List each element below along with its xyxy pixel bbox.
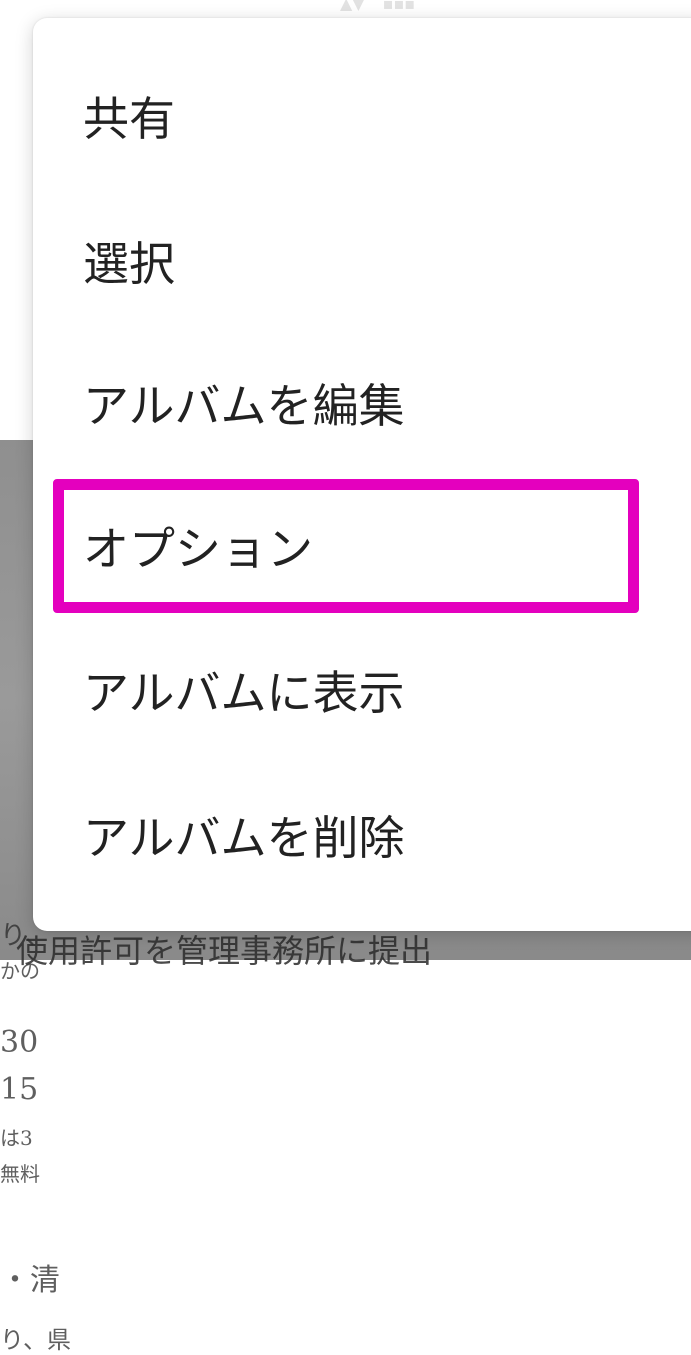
top-indicator: ▲▼ ▪▪▪ [340,0,415,13]
menu-item-edit-album[interactable]: アルバムを編集 [33,343,691,463]
sort-arrows-icon: ▲▼ [340,0,365,13]
photo-text-fragment: 30 [0,1025,39,1060]
more-dots-icon: ▪▪▪ [382,0,416,13]
photo-text-fragment: り、県 [0,1326,72,1354]
popup-menu: 共有 選択 アルバムを編集 オプション アルバムに表示 アルバムを削除 [33,18,691,931]
menu-item-delete-album[interactable]: アルバムを削除 [33,775,691,895]
photo-text-fragment: 無料 [0,1162,40,1186]
photo-text-fragment: 15 [0,1072,39,1107]
menu-item-show-in-album[interactable]: アルバムに表示 [33,630,691,750]
photo-text-fragment: ・清 [0,1263,60,1298]
photo-caption-text: 使用許可を管理事務所に提出 [16,932,433,970]
menu-item-select[interactable]: 選択 [33,201,691,321]
menu-item-options[interactable]: オプション [33,486,691,606]
menu-item-share[interactable]: 共有 [33,56,691,176]
photo-text-fragment: は3 [0,1126,33,1150]
